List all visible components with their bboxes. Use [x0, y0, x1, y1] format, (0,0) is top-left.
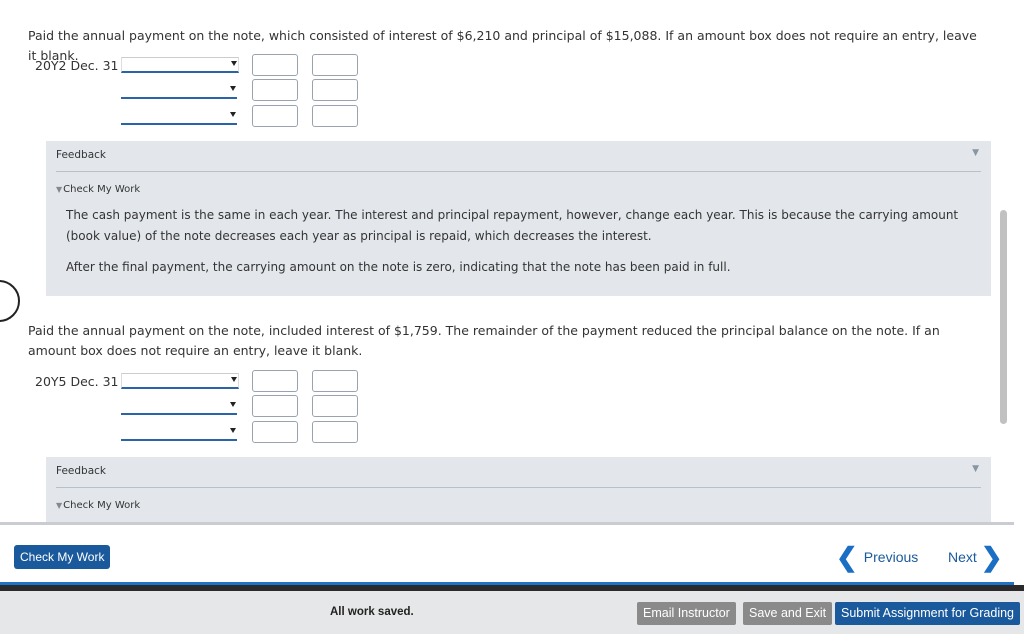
check-my-work-toggle[interactable]: ▼Check My Work [56, 500, 140, 511]
email-instructor-button[interactable]: Email Instructor [637, 602, 736, 625]
credit-input-2-row-2[interactable] [312, 395, 358, 417]
save-status: All work saved. [330, 606, 414, 618]
feedback-panel-1: Feedback ▼ ▼Check My Work The cash payme… [46, 141, 991, 296]
chevron-down-icon [231, 61, 237, 66]
check-my-work-toggle[interactable]: ▼Check My Work [56, 184, 140, 195]
credit-input-2-row-1[interactable] [312, 370, 358, 392]
bottom-navigation: Check My Work ❮ Previous Next ❯ [0, 525, 1014, 583]
account-select-2-row-1[interactable] [121, 373, 239, 389]
journal-date-1: 20Y2 Dec. 31 [35, 58, 119, 73]
account-select-1-row-3[interactable] [121, 109, 237, 125]
previous-label: Previous [863, 549, 919, 565]
chevron-down-icon [230, 86, 236, 91]
debit-input-1-row-1[interactable] [252, 54, 298, 76]
account-select-2-row-3[interactable] [121, 425, 237, 441]
check-my-work-toggle-label: Check My Work [63, 500, 141, 511]
chevron-down-icon [230, 112, 236, 117]
collapse-arrow-icon[interactable]: ▼ [972, 148, 979, 158]
chevron-down-icon [231, 377, 237, 382]
feedback-title: Feedback [56, 149, 107, 161]
debit-input-1-row-2[interactable] [252, 79, 298, 101]
credit-input-2-row-3[interactable] [312, 421, 358, 443]
account-select-1-row-1[interactable] [121, 57, 239, 73]
collapse-arrow-icon[interactable]: ▼ [972, 464, 979, 474]
credit-input-1-row-1[interactable] [312, 54, 358, 76]
save-and-exit-button[interactable]: Save and Exit [743, 602, 833, 625]
footer-bar: All work saved. Email Instructor Save an… [0, 591, 1024, 634]
chevron-down-icon [230, 402, 236, 407]
feedback-divider [56, 171, 981, 172]
credit-input-1-row-2[interactable] [312, 79, 358, 101]
scrollbar-thumb[interactable] [1000, 210, 1007, 424]
submit-assignment-button[interactable]: Submit Assignment for Grading [835, 602, 1020, 625]
next-label: Next [948, 549, 977, 565]
check-my-work-button[interactable]: Check My Work [14, 545, 111, 569]
triangle-down-icon: ▼ [56, 185, 63, 194]
account-select-1-row-2[interactable] [121, 83, 237, 99]
feedback-divider [56, 487, 981, 488]
previous-button[interactable]: ❮ Previous [836, 542, 918, 572]
chevron-down-icon [230, 428, 236, 433]
feedback-title: Feedback [56, 465, 107, 477]
scrollbar-track[interactable] [1014, 0, 1024, 524]
debit-input-2-row-1[interactable] [252, 370, 298, 392]
check-my-work-toggle-label: Check My Work [63, 184, 141, 195]
question-instruction-2: Paid the annual payment on the note, inc… [28, 323, 940, 358]
feedback-paragraph-2: After the final payment, the carrying am… [66, 260, 731, 274]
account-select-2-row-2[interactable] [121, 399, 237, 415]
debit-input-2-row-3[interactable] [252, 421, 298, 443]
feedback-paragraph-1: The cash payment is the same in each yea… [66, 208, 959, 243]
debit-input-2-row-2[interactable] [252, 395, 298, 417]
question-indicator-circle [0, 280, 20, 322]
question-content: Paid the annual payment on the note, whi… [0, 0, 1014, 524]
chevron-left-icon: ❮ [836, 542, 858, 572]
triangle-down-icon: ▼ [56, 501, 63, 510]
feedback-panel-2: Feedback ▼ ▼Check My Work [46, 457, 991, 524]
chevron-right-icon: ❯ [980, 542, 1003, 572]
journal-date-2: 20Y5 Dec. 31 [35, 374, 119, 389]
credit-input-1-row-3[interactable] [312, 105, 358, 127]
debit-input-1-row-3[interactable] [252, 105, 298, 127]
next-button[interactable]: Next ❯ [948, 542, 1003, 572]
